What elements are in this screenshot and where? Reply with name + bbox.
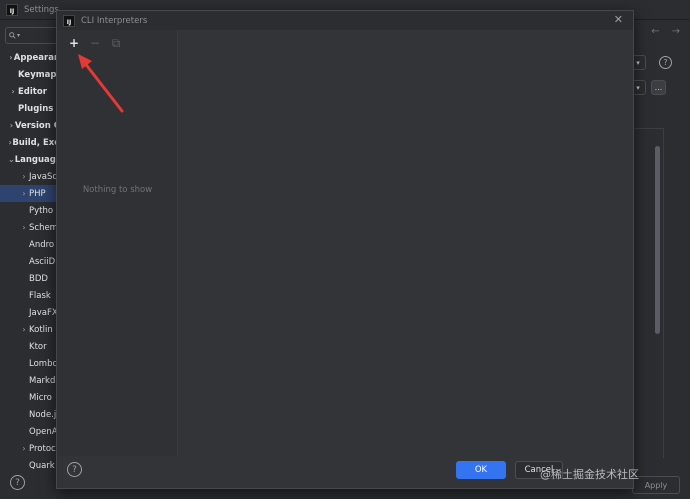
sidebar-item-16[interactable]: › Kotlin	[0, 321, 60, 338]
search-icon	[9, 32, 16, 39]
sidebar-item-20[interactable]: Micro	[0, 389, 60, 406]
chevron-icon[interactable]: ›	[19, 325, 29, 334]
dialog-help-icon[interactable]: ?	[67, 462, 82, 477]
copy-icon[interactable]: ⧉	[111, 37, 121, 49]
settings-tree: › Appearan Keymap › Editor Plugins › Version C ›…	[0, 49, 60, 474]
dialog-app-icon: IJ	[63, 14, 75, 27]
app-icon: IJ	[6, 3, 18, 16]
sidebar-item-11[interactable]: Andro	[0, 236, 60, 253]
settings-scrollbar[interactable]	[655, 146, 660, 334]
sidebar-item-label: Quark	[29, 460, 55, 471]
settings-search-field[interactable]: ▾	[5, 27, 59, 44]
dialog-title: CLI Interpreters	[81, 15, 148, 26]
sidebar-item-label: Appearan	[13, 52, 60, 63]
settings-title: Settings	[24, 4, 59, 15]
sidebar-item-label: Keymap	[18, 69, 57, 80]
sidebar-item-label: JavaSc	[29, 171, 58, 182]
close-icon[interactable]: ✕	[614, 13, 623, 26]
sidebar-item-18[interactable]: Lombo	[0, 355, 60, 372]
sidebar-item-label: Pytho	[29, 205, 54, 216]
sidebar-item-label: Build, Exe	[12, 137, 60, 148]
dialog-body: + − ⧉ Nothing to show ? OK Cancel	[57, 30, 633, 488]
sidebar-item-label: Markd	[29, 375, 56, 386]
sidebar-item-label: Version C	[14, 120, 60, 131]
sidebar-item-label: AsciiD	[29, 256, 56, 267]
sidebar-item-label: BDD	[29, 273, 48, 284]
sidebar-item-label: Kotlin	[29, 324, 53, 335]
cli-interpreters-dialog: IJ CLI Interpreters ✕ + − ⧉ Nothing to s…	[56, 10, 634, 489]
sidebar-item-19[interactable]: Markd	[0, 372, 60, 389]
interpreter-list-pane: + − ⧉ Nothing to show	[57, 30, 178, 456]
settings-help-icon[interactable]: ?	[10, 475, 25, 490]
chevron-icon[interactable]: ›	[8, 121, 15, 130]
sidebar-item-label: Node.j	[29, 409, 57, 420]
sidebar-item-17[interactable]: Ktor	[0, 338, 60, 355]
empty-list-text: Nothing to show	[82, 185, 153, 195]
sidebar-item-label: Plugins	[18, 103, 54, 114]
sidebar-item-1[interactable]: Keymap	[0, 66, 60, 83]
sidebar-item-22[interactable]: OpenA	[0, 423, 60, 440]
sidebar-item-12[interactable]: AsciiD	[0, 253, 60, 270]
sidebar-item-label: JavaFX	[29, 307, 58, 318]
remove-icon[interactable]: −	[90, 37, 100, 49]
sidebar-item-14[interactable]: Flask	[0, 287, 60, 304]
chevron-icon[interactable]: ›	[19, 172, 29, 181]
sidebar-item-10[interactable]: › Schem	[0, 219, 60, 236]
sidebar-item-label: Andro	[29, 239, 55, 250]
browse-button[interactable]: ...	[651, 80, 666, 95]
sidebar-item-label: Schem	[29, 222, 58, 233]
sidebar-item-label: Lombo	[29, 358, 58, 369]
settings-search-input[interactable]	[20, 31, 58, 40]
ok-button[interactable]: OK	[456, 461, 506, 479]
sidebar-item-9[interactable]: Pytho	[0, 202, 60, 219]
dialog-titlebar: IJ CLI Interpreters	[57, 11, 633, 30]
sidebar-item-8[interactable]: › PHP	[0, 185, 60, 202]
sidebar-item-4[interactable]: › Version C	[0, 117, 60, 134]
sidebar-item-6[interactable]: ⌄ Language	[0, 151, 60, 168]
chevron-icon[interactable]: ⌄	[8, 155, 15, 164]
chevron-icon[interactable]: ›	[19, 444, 29, 453]
sidebar-item-24[interactable]: Quark	[0, 457, 60, 474]
sidebar-item-7[interactable]: › JavaSc	[0, 168, 60, 185]
sidebar-item-3[interactable]: Plugins	[0, 100, 60, 117]
sidebar-item-2[interactable]: › Editor	[0, 83, 60, 100]
sidebar-item-label: Ktor	[29, 341, 47, 352]
sidebar-item-label: PHP	[29, 188, 46, 199]
sidebar-item-23[interactable]: › Protoc	[0, 440, 60, 457]
sidebar-item-label: OpenA	[29, 426, 58, 437]
settings-page-help-icon[interactable]: ?	[659, 56, 672, 69]
nav-arrows: ← →	[651, 26, 680, 37]
back-arrow-icon[interactable]: ←	[651, 26, 659, 37]
add-icon[interactable]: +	[69, 37, 79, 49]
sidebar-item-label: Micro	[29, 392, 52, 403]
sidebar-item-15[interactable]: JavaFX	[0, 304, 60, 321]
sidebar-item-13[interactable]: BDD	[0, 270, 60, 287]
chevron-icon[interactable]: ›	[19, 189, 29, 198]
sidebar-item-label: Protoc	[29, 443, 56, 454]
chevron-icon[interactable]: ›	[8, 87, 18, 96]
apply-button[interactable]: Apply	[632, 476, 680, 494]
sidebar-item-21[interactable]: Node.j	[0, 406, 60, 423]
sidebar-item-5[interactable]: › Build, Exe	[0, 134, 61, 151]
forward-arrow-icon[interactable]: →	[672, 26, 680, 37]
sidebar-item-0[interactable]: › Appearan	[0, 49, 60, 66]
sidebar-item-label: Editor	[18, 86, 47, 97]
interpreter-toolbar: + − ⧉	[69, 37, 121, 49]
chevron-icon[interactable]: ›	[19, 223, 29, 232]
sidebar-item-label: Flask	[29, 290, 51, 301]
sidebar-item-label: Language	[14, 154, 60, 165]
watermark: @稀土掘金技术社区	[540, 468, 639, 481]
